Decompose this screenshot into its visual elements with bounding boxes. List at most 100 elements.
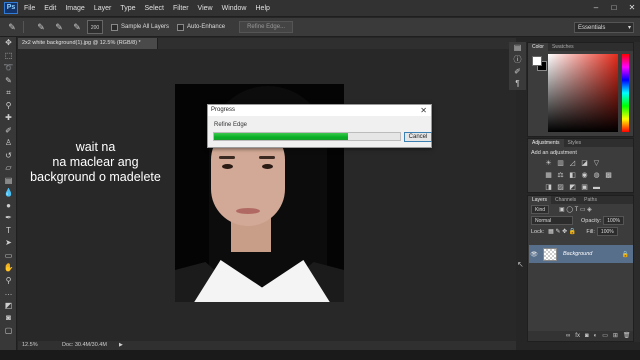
- tab-channels[interactable]: Channels: [551, 196, 580, 204]
- window-controls: – □ ✕: [590, 2, 638, 13]
- brush-size-picker[interactable]: 200: [87, 20, 103, 34]
- hue-saturation-icon[interactable]: ▦: [544, 171, 553, 180]
- lock-label: Lock:: [531, 228, 545, 235]
- eyedropper-tool-icon[interactable]: ⚲: [0, 100, 17, 113]
- posterize-icon[interactable]: ▨: [556, 183, 565, 192]
- left-brow-shape: [219, 156, 235, 159]
- history-brush-tool-icon[interactable]: ↺: [0, 150, 17, 163]
- quick-selection-tool-icon[interactable]: ✎: [6, 21, 18, 33]
- layer-name[interactable]: Background: [563, 251, 592, 257]
- layer-style-icon[interactable]: fx: [575, 331, 580, 341]
- dodge-tool-icon[interactable]: ●: [0, 200, 17, 213]
- add-to-selection-icon[interactable]: ✎: [53, 21, 65, 33]
- menu-file[interactable]: File: [24, 5, 35, 12]
- new-selection-icon[interactable]: ✎: [35, 21, 47, 33]
- vibrance-icon[interactable]: ▽: [592, 159, 601, 168]
- menu-filter[interactable]: Filter: [173, 5, 189, 12]
- close-icon[interactable]: ✕: [420, 106, 427, 115]
- gradient-tool-icon[interactable]: ▤: [0, 175, 17, 188]
- menu-edit[interactable]: Edit: [44, 5, 56, 12]
- delete-layer-icon[interactable]: 🗑: [623, 331, 631, 341]
- add-mask-icon[interactable]: ◙: [585, 331, 589, 341]
- marquee-tool-icon[interactable]: ⬚: [0, 50, 17, 63]
- menu-help[interactable]: Help: [256, 5, 270, 12]
- brightness-contrast-icon[interactable]: ☀: [544, 159, 553, 168]
- status-menu-arrow-icon[interactable]: ▶: [119, 341, 123, 350]
- invert-icon[interactable]: ◨: [544, 183, 553, 192]
- tab-color[interactable]: Color: [528, 43, 548, 51]
- edit-toolbar-icon[interactable]: …: [0, 287, 17, 300]
- properties-panel-icon[interactable]: ⓘ: [509, 54, 526, 66]
- tab-styles[interactable]: Styles: [564, 139, 586, 147]
- type-tool-icon[interactable]: T: [0, 225, 17, 238]
- menu-image[interactable]: Image: [65, 5, 84, 12]
- document-tab[interactable]: 2x2 white background(1).jpg @ 12.5% (RGB…: [18, 38, 158, 49]
- color-lookup-icon[interactable]: ▩: [604, 171, 613, 180]
- path-selection-tool-icon[interactable]: ➤: [0, 237, 17, 250]
- hand-tool-icon[interactable]: ✋: [0, 262, 17, 275]
- lock-options-icons[interactable]: ▦ ✎ ✥ 🔒: [548, 228, 576, 235]
- lasso-tool-icon[interactable]: ➰: [0, 62, 17, 75]
- quick-selection-tool-icon[interactable]: ✎: [0, 75, 17, 88]
- menu-window[interactable]: Window: [222, 5, 247, 12]
- refine-edge-button[interactable]: Refine Edge...: [239, 21, 294, 33]
- screen-mode-icon[interactable]: ▢: [0, 325, 17, 338]
- subtract-from-selection-icon[interactable]: ✎: [71, 21, 83, 33]
- maximize-button[interactable]: □: [608, 2, 620, 13]
- tab-paths[interactable]: Paths: [580, 196, 601, 204]
- brush-panel-icon[interactable]: ✐: [509, 66, 526, 78]
- visibility-eye-icon[interactable]: 👁: [529, 251, 539, 258]
- cancel-button[interactable]: Cancel: [404, 132, 432, 142]
- brush-tool-icon[interactable]: ✐: [0, 125, 17, 138]
- paragraph-panel-icon[interactable]: ¶: [509, 78, 526, 90]
- black-white-icon[interactable]: ◧: [568, 171, 577, 180]
- tab-adjustments[interactable]: Adjustments: [528, 139, 564, 147]
- zoom-level[interactable]: 12.5%: [18, 341, 38, 350]
- history-panel-icon[interactable]: ▤: [509, 42, 526, 54]
- channel-mixer-icon[interactable]: ◍: [592, 171, 601, 180]
- layer-row-background[interactable]: 👁 Background 🔒: [529, 245, 633, 263]
- zoom-tool-icon[interactable]: ⚲: [0, 275, 17, 288]
- filter-kind-select[interactable]: Kind: [531, 205, 550, 214]
- move-tool-icon[interactable]: ✥: [0, 37, 17, 50]
- close-window-button[interactable]: ✕: [626, 2, 638, 13]
- tab-layers[interactable]: Layers: [528, 196, 552, 204]
- levels-icon[interactable]: ▥: [556, 159, 565, 168]
- new-layer-icon[interactable]: ⊞: [613, 331, 618, 341]
- menu-type[interactable]: Type: [120, 5, 135, 12]
- color-balance-icon[interactable]: ⚖: [556, 171, 565, 180]
- opacity-input[interactable]: 100%: [603, 216, 624, 225]
- blur-tool-icon[interactable]: 💧: [0, 187, 17, 200]
- auto-enhance-checkbox[interactable]: [177, 23, 185, 31]
- menu-select[interactable]: Select: [145, 5, 164, 12]
- gradient-map-icon[interactable]: ▬: [592, 183, 601, 192]
- curves-icon[interactable]: ◿: [568, 159, 577, 168]
- eraser-tool-icon[interactable]: ▱: [0, 162, 17, 175]
- foreground-color-swatch[interactable]: [532, 56, 542, 66]
- tab-swatches[interactable]: Swatches: [548, 43, 578, 51]
- menu-view[interactable]: View: [198, 5, 213, 12]
- threshold-icon[interactable]: ◩: [568, 183, 577, 192]
- color-spectrum-field[interactable]: [548, 54, 618, 132]
- photo-filter-icon[interactable]: ◉: [580, 171, 589, 180]
- pen-tool-icon[interactable]: ✒: [0, 212, 17, 225]
- new-group-icon[interactable]: ▭: [602, 331, 608, 341]
- filter-type-icons[interactable]: ▣ ◯ T ▭ ◈: [559, 206, 592, 213]
- clone-stamp-tool-icon[interactable]: ♙: [0, 137, 17, 150]
- healing-brush-tool-icon[interactable]: ✚: [0, 112, 17, 125]
- sample-all-layers-checkbox[interactable]: [111, 23, 118, 31]
- minimize-button[interactable]: –: [590, 2, 602, 13]
- crop-tool-icon[interactable]: ⌗: [0, 87, 17, 100]
- new-adjustment-layer-icon[interactable]: ◐: [594, 331, 598, 341]
- exposure-icon[interactable]: ◪: [580, 159, 589, 168]
- selective-color-icon[interactable]: ▣: [580, 183, 589, 192]
- hue-slider[interactable]: [622, 54, 629, 132]
- blend-mode-select[interactable]: Normal: [531, 216, 573, 225]
- quick-mask-icon[interactable]: ◙: [0, 312, 17, 325]
- menu-layer[interactable]: Layer: [94, 5, 112, 12]
- link-layers-icon[interactable]: ∞: [566, 331, 570, 341]
- foreground-background-colors-icon[interactable]: ◩: [0, 300, 17, 313]
- rectangle-tool-icon[interactable]: ▭: [0, 250, 17, 263]
- workspace-select[interactable]: Essentials: [574, 22, 634, 33]
- fill-input[interactable]: 100%: [596, 227, 618, 236]
